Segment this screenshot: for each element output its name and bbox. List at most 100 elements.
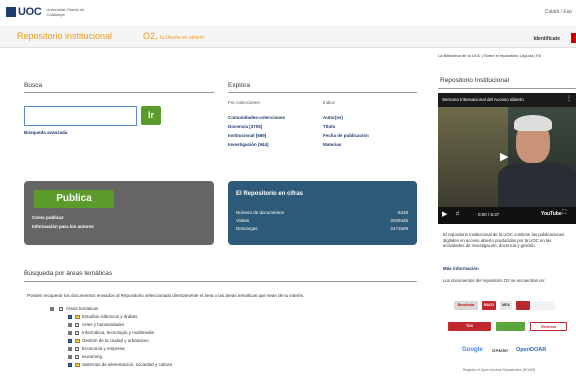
partner-logo-opendoar[interactable]: OpenDOAR — [516, 347, 546, 353]
index-column-heading: Índice — [323, 100, 336, 105]
how-to-publish-link[interactable]: Cómo publicar — [32, 215, 64, 220]
tree-item-label: Sistemas de alimentación, sociedad y cul… — [82, 362, 173, 367]
divider — [24, 92, 214, 93]
stats-row: Descargas 2471629 — [236, 226, 408, 231]
checkbox[interactable] — [75, 322, 79, 327]
author-info-link[interactable]: Información para los autores — [32, 224, 94, 229]
partner-logo-oaister[interactable]: OAIster — [492, 348, 508, 353]
video-time: 0:00 / 6:37 — [478, 212, 500, 217]
tree-item[interactable]: Estudios islámicos y árabes — [68, 314, 138, 319]
stats-title: El Repositorio en cifras — [236, 191, 304, 197]
collections-column-heading: Por colecciones — [228, 100, 260, 105]
video-controls: ▶ ♬ 0:00 / 6:37 YouTube ⛶ — [438, 207, 576, 224]
tree-item[interactable]: Gestión de la ciudad y urbanismo — [68, 338, 149, 343]
stats-row: Número de documentos 5318 — [236, 210, 408, 215]
partner-logo-mdx[interactable]: MDX — [500, 301, 512, 310]
o2-subtitle: la Oberta en abierto — [160, 35, 205, 41]
checkbox[interactable] — [68, 362, 72, 367]
share-icon[interactable]: ⋮ — [566, 95, 572, 102]
roar-note[interactable]: Registry of Open Access Repositories (RO… — [463, 368, 535, 372]
top-links[interactable]: La Biblioteca de la UOC | Sobre el repos… — [438, 53, 541, 58]
partner-logo-raco[interactable]: RACO — [482, 301, 496, 310]
uoc-logo[interactable]: UOC Universitat Oberta de Catalunya — [6, 6, 87, 18]
search-go-button[interactable]: Ir — [141, 106, 161, 125]
stats-label: Número de documentos — [236, 210, 285, 215]
repository-description: El repositorio institucional de la UOC c… — [443, 232, 565, 249]
advanced-search-link[interactable]: Búsqueda avanzada — [24, 130, 67, 135]
partner-logo-google[interactable]: Google — [462, 347, 483, 353]
more-info-link[interactable]: Más información — [443, 266, 479, 271]
tree-item[interactable]: Economía y empresa — [68, 346, 125, 351]
explore-link-investigacion[interactable]: Investigación [944] — [228, 142, 269, 147]
tree-root[interactable]: Áreas temáticas — [50, 306, 98, 311]
checkbox[interactable] — [68, 338, 72, 343]
explore-link-title[interactable]: Título — [323, 124, 335, 129]
areas-intro: Puedes recuperar los documentos enviados… — [27, 293, 305, 298]
volume-icon[interactable]: ♬ — [455, 211, 461, 217]
explore-link-subjects[interactable]: Materias — [323, 142, 341, 147]
explore-link-date[interactable]: Fecha de publicación — [323, 133, 369, 138]
checkbox[interactable] — [75, 346, 79, 351]
checkbox[interactable] — [59, 306, 63, 311]
publish-button[interactable]: Publica — [34, 190, 114, 208]
publish-panel: Publica Cómo publicar Información para l… — [24, 181, 214, 245]
video-player[interactable]: Semana Internacional del Acceso abierto … — [438, 93, 576, 224]
checkbox[interactable] — [68, 314, 72, 319]
explore-link-communities[interactable]: Comunidades-colecciones — [228, 115, 285, 120]
busca-heading: Busca — [24, 82, 43, 89]
o2-label: O2, — [143, 31, 158, 41]
tree-item[interactable]: Artes y humanidades — [68, 322, 124, 327]
play-icon[interactable]: ▶ — [500, 150, 508, 163]
search-input[interactable] — [24, 106, 137, 128]
o2-brand[interactable]: O2, la Oberta en abierto — [143, 31, 204, 41]
tree-item-label: Estudios islámicos y árabes — [82, 314, 138, 319]
play-pause-icon[interactable]: ▶ — [442, 210, 447, 218]
uoc-logo-mark-icon — [6, 7, 16, 17]
explora-heading: Explora — [228, 82, 251, 89]
tree-item[interactable]: Sistemas de alimentación, sociedad y cul… — [68, 362, 172, 367]
folder-icon — [75, 338, 80, 343]
tree-item[interactable]: Informática, tecnología y multimedia — [68, 330, 154, 335]
search-field[interactable] — [25, 109, 136, 128]
expand-icon[interactable] — [68, 322, 72, 327]
tree-item-label: Economía y empresa — [82, 346, 125, 351]
checkbox[interactable] — [75, 354, 79, 359]
stats-value: 2471629 — [390, 226, 408, 231]
site-title[interactable]: Repositorio institucional — [17, 31, 112, 41]
divider — [24, 281, 417, 282]
video-person-hair — [514, 115, 552, 131]
checkbox[interactable] — [75, 330, 79, 335]
expand-icon[interactable] — [68, 330, 72, 335]
tree-item-label: eLearning — [82, 354, 103, 359]
video-title[interactable]: Semana Internacional del Acceso abierto — [442, 97, 524, 102]
partner-logo-extra[interactable] — [533, 301, 555, 310]
folder-icon — [75, 314, 80, 319]
youtube-logo[interactable]: YouTube — [541, 211, 562, 217]
partner-logo-green[interactable] — [496, 322, 525, 331]
sidebar-heading: Repositorio Institucional — [440, 77, 510, 84]
partner-logo-tdx[interactable]: TDX — [448, 322, 491, 331]
stats-row: Visitas 2029425 — [236, 218, 408, 223]
tree-item-label: Gestión de la ciudad y urbanismo — [82, 338, 149, 343]
explore-link-institucional[interactable]: Institucional [669] — [228, 133, 266, 138]
tree-item-label: Artes y humanidades — [82, 322, 125, 327]
documents-location-text: Los documentos del repositorio O2 se enc… — [443, 278, 546, 283]
explore-link-authors[interactable]: Autor(es) — [323, 115, 343, 120]
partner-logo-unknown[interactable] — [516, 301, 530, 310]
user-icon[interactable] — [571, 33, 576, 43]
explore-link-docencia[interactable]: Docencia [3705] — [228, 124, 262, 129]
stats-label: Descargas — [236, 226, 258, 231]
expand-icon[interactable] — [68, 354, 72, 359]
partner-logo-recolecta[interactable]: Recolecta — [454, 301, 478, 310]
partner-logo-recercat[interactable]: Recercat — [530, 322, 567, 331]
identify-link[interactable]: Identifícate — [534, 36, 560, 42]
areas-heading: Búsqueda por áreas temáticas — [24, 270, 113, 277]
logo-text: UOC — [18, 6, 42, 18]
title-bar: Repositorio institucional O2, la Oberta … — [0, 26, 576, 48]
stats-value: 5318 — [397, 210, 408, 215]
fullscreen-icon[interactable]: ⛶ — [562, 210, 566, 217]
tree-item[interactable]: eLearning — [68, 354, 102, 359]
language-selector[interactable]: Català / Esp — [545, 9, 572, 15]
collapse-icon[interactable] — [50, 306, 54, 311]
expand-icon[interactable] — [68, 346, 72, 351]
